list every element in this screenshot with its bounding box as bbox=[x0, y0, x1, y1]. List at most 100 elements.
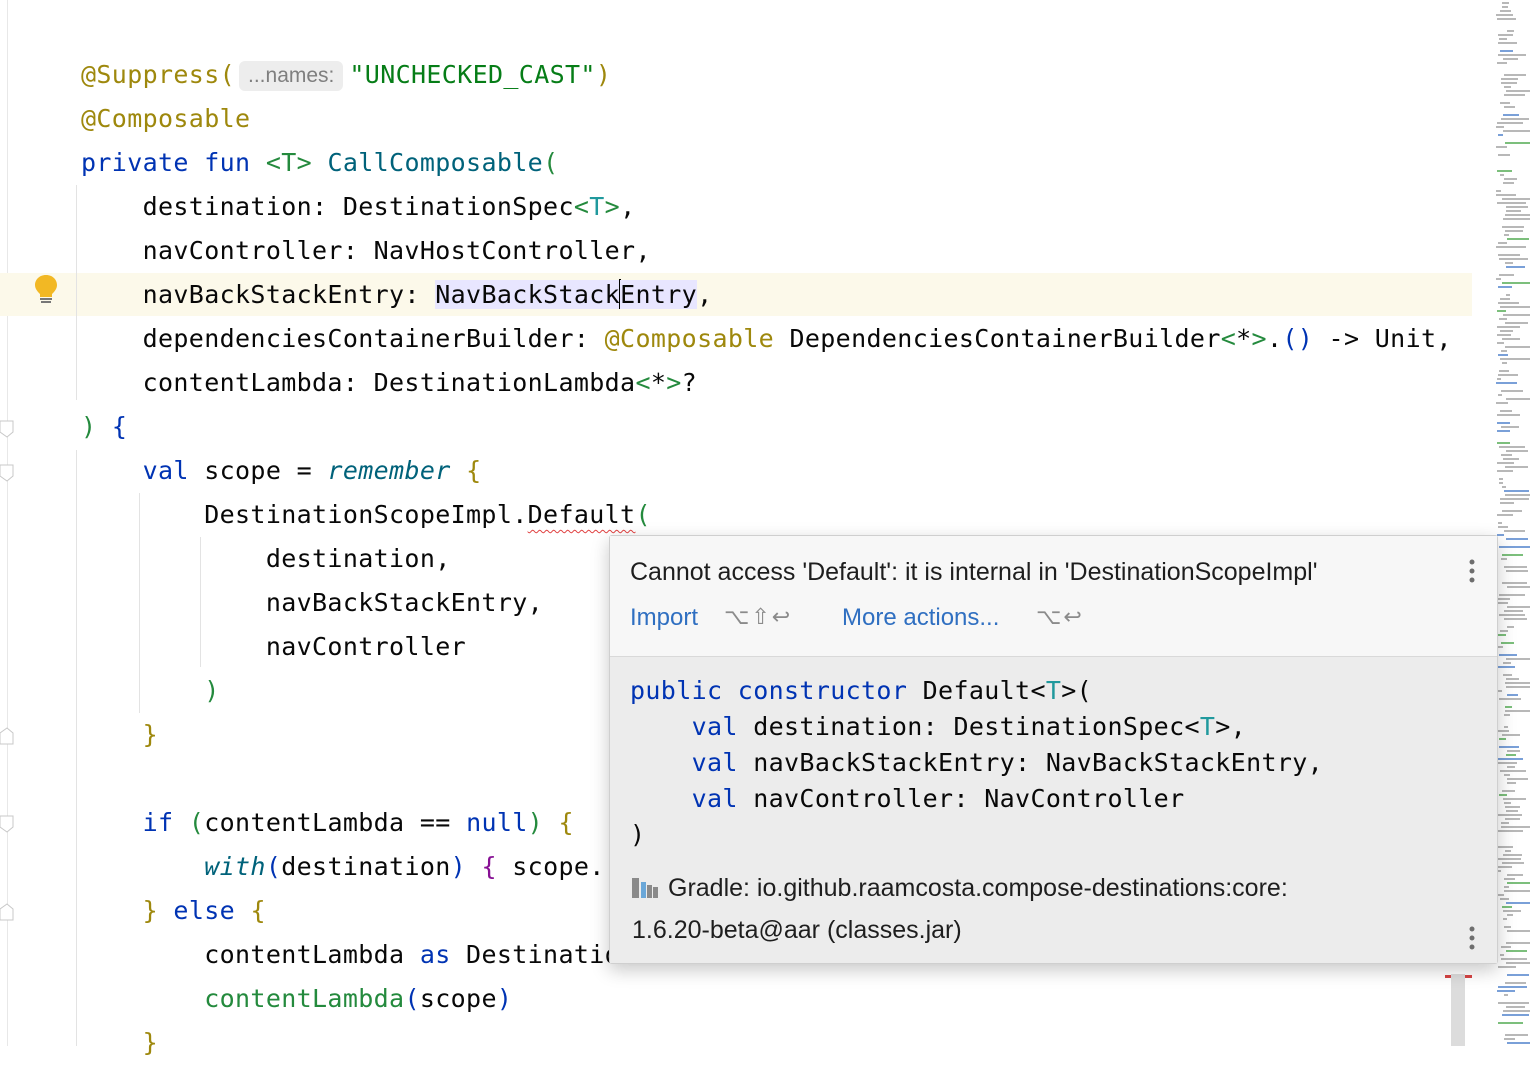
minimap-line bbox=[1504, 530, 1525, 532]
code-line[interactable]: } bbox=[81, 713, 158, 757]
minimap-line bbox=[1503, 910, 1521, 912]
code-line[interactable]: destination: DestinationSpec<T>, bbox=[81, 185, 636, 229]
minimap-line bbox=[1501, 558, 1507, 560]
signature-line: val destination: DestinationSpec<T>, bbox=[630, 709, 1323, 745]
minimap-line bbox=[1496, 190, 1501, 192]
minimap-line bbox=[1507, 782, 1516, 784]
signature-token: public constructor bbox=[630, 676, 908, 705]
minimap-line bbox=[1499, 794, 1507, 796]
minimap-line bbox=[1505, 322, 1528, 324]
code-token: * bbox=[1236, 324, 1252, 353]
code-token: @Composable bbox=[81, 104, 251, 133]
minimap-line bbox=[1497, 414, 1520, 416]
error-tooltip-popup: Cannot access 'Default': it is internal … bbox=[609, 535, 1498, 964]
minimap-line bbox=[1498, 286, 1512, 288]
code-token: ( bbox=[265, 852, 282, 881]
minimap-line bbox=[1504, 774, 1510, 776]
library-source-line2: 1.6.20-beta@aar (classes.jar) bbox=[632, 916, 962, 944]
minimap-line bbox=[1503, 674, 1512, 676]
minimap-line bbox=[1498, 134, 1503, 136]
minimap-line bbox=[1499, 274, 1514, 276]
code-token: navBackStackEntry, bbox=[81, 588, 544, 617]
signature-line: val navController: NavController bbox=[630, 781, 1323, 817]
minimap-line bbox=[1506, 810, 1518, 812]
library-source: Gradle: io.github.raamcosta.compose-dest… bbox=[632, 867, 1288, 951]
code-line[interactable]: contentLambda: DestinationLambda<*>? bbox=[81, 361, 697, 405]
code-token: < bbox=[1220, 324, 1237, 353]
code-line[interactable]: destination, bbox=[81, 537, 451, 581]
code-token: { bbox=[481, 852, 497, 881]
minimap-line bbox=[1502, 282, 1530, 284]
minimap-line bbox=[1501, 426, 1519, 428]
code-line[interactable]: } else { bbox=[81, 889, 266, 933]
code-line[interactable]: @Composable bbox=[81, 97, 250, 141]
minimap-line bbox=[1501, 82, 1517, 84]
code-token: } bbox=[142, 1028, 159, 1057]
minimap-line bbox=[1497, 814, 1522, 816]
code-line[interactable]: if (contentLambda == null) { bbox=[81, 801, 574, 845]
minimap-line bbox=[1504, 890, 1530, 892]
minimap-line bbox=[1505, 806, 1520, 808]
vertical-scrollbar[interactable] bbox=[1451, 974, 1465, 1046]
minimap-line bbox=[1503, 662, 1511, 664]
minimap-line bbox=[1498, 242, 1507, 244]
code-line[interactable]: ) { bbox=[81, 405, 127, 449]
code-line[interactable]: contentLambda(scope) bbox=[81, 977, 512, 1021]
code-line[interactable]: navBackStackEntry: NavBackStackEntry, bbox=[81, 273, 712, 317]
code-token: * bbox=[650, 368, 667, 397]
code-line[interactable]: } bbox=[81, 1021, 158, 1065]
code-line[interactable]: navBackStackEntry, bbox=[81, 581, 543, 625]
minimap-line bbox=[1501, 350, 1507, 352]
minimap-line bbox=[1504, 926, 1511, 928]
minimap-line bbox=[1497, 342, 1504, 344]
code-line[interactable]: navController bbox=[81, 625, 466, 669]
minimap-line bbox=[1498, 986, 1527, 988]
code-token: as bbox=[419, 940, 451, 969]
code-line[interactable]: with(destination) { scope. bbox=[81, 845, 605, 889]
code-token: null bbox=[466, 808, 528, 837]
minimap-line bbox=[1504, 878, 1515, 880]
minimap-line bbox=[1497, 62, 1507, 64]
minimap-line bbox=[1498, 1002, 1529, 1004]
code-line[interactable]: dependenciesContainerBuilder: @Composabl… bbox=[81, 317, 1452, 361]
code-line[interactable]: private fun <T> CallComposable( bbox=[81, 141, 558, 185]
minimap-line bbox=[1505, 346, 1530, 348]
minimap-line bbox=[1498, 966, 1516, 968]
signature-line: val navBackStackEntry: NavBackStackEntry… bbox=[630, 745, 1323, 781]
minimap-line bbox=[1500, 306, 1530, 308]
more-vertical-icon[interactable] bbox=[1467, 923, 1477, 953]
minimap-line bbox=[1505, 214, 1530, 216]
code-token: DependenciesContainerBuilder bbox=[774, 324, 1221, 353]
code-line[interactable]: @Suppress(...names: "UNCHECKED_CAST") bbox=[81, 53, 611, 97]
code-line[interactable]: ) bbox=[81, 669, 220, 713]
code-token: if bbox=[142, 808, 174, 837]
minimap-line bbox=[1500, 498, 1529, 500]
minimap-line bbox=[1506, 962, 1530, 964]
minimap-line bbox=[1506, 1006, 1525, 1008]
code-line[interactable]: DestinationScopeImpl.Default( bbox=[81, 493, 651, 537]
minimap-line bbox=[1498, 374, 1518, 376]
more-vertical-icon[interactable] bbox=[1467, 556, 1477, 586]
minimap-line bbox=[1503, 314, 1530, 316]
more-actions-link[interactable]: More actions... bbox=[842, 604, 999, 632]
library-icon bbox=[632, 869, 660, 898]
minimap-line bbox=[1498, 42, 1517, 44]
code-token: ( bbox=[404, 984, 420, 1013]
minimap-line bbox=[1500, 174, 1504, 176]
minimap-line bbox=[1497, 122, 1523, 124]
signature-line: public constructor Default<T>( bbox=[630, 673, 1323, 709]
code-token: -> Unit, bbox=[1313, 324, 1452, 353]
code-line[interactable]: val scope = remember { bbox=[81, 449, 482, 493]
minimap-line bbox=[1499, 594, 1525, 596]
code-line[interactable]: navController: NavHostController, bbox=[81, 229, 651, 273]
code-token: , bbox=[697, 280, 713, 309]
signature-token: val bbox=[691, 784, 738, 813]
minimap-line bbox=[1503, 458, 1519, 460]
minimap-line bbox=[1498, 1022, 1523, 1024]
import-action-link[interactable]: Import bbox=[630, 604, 698, 632]
